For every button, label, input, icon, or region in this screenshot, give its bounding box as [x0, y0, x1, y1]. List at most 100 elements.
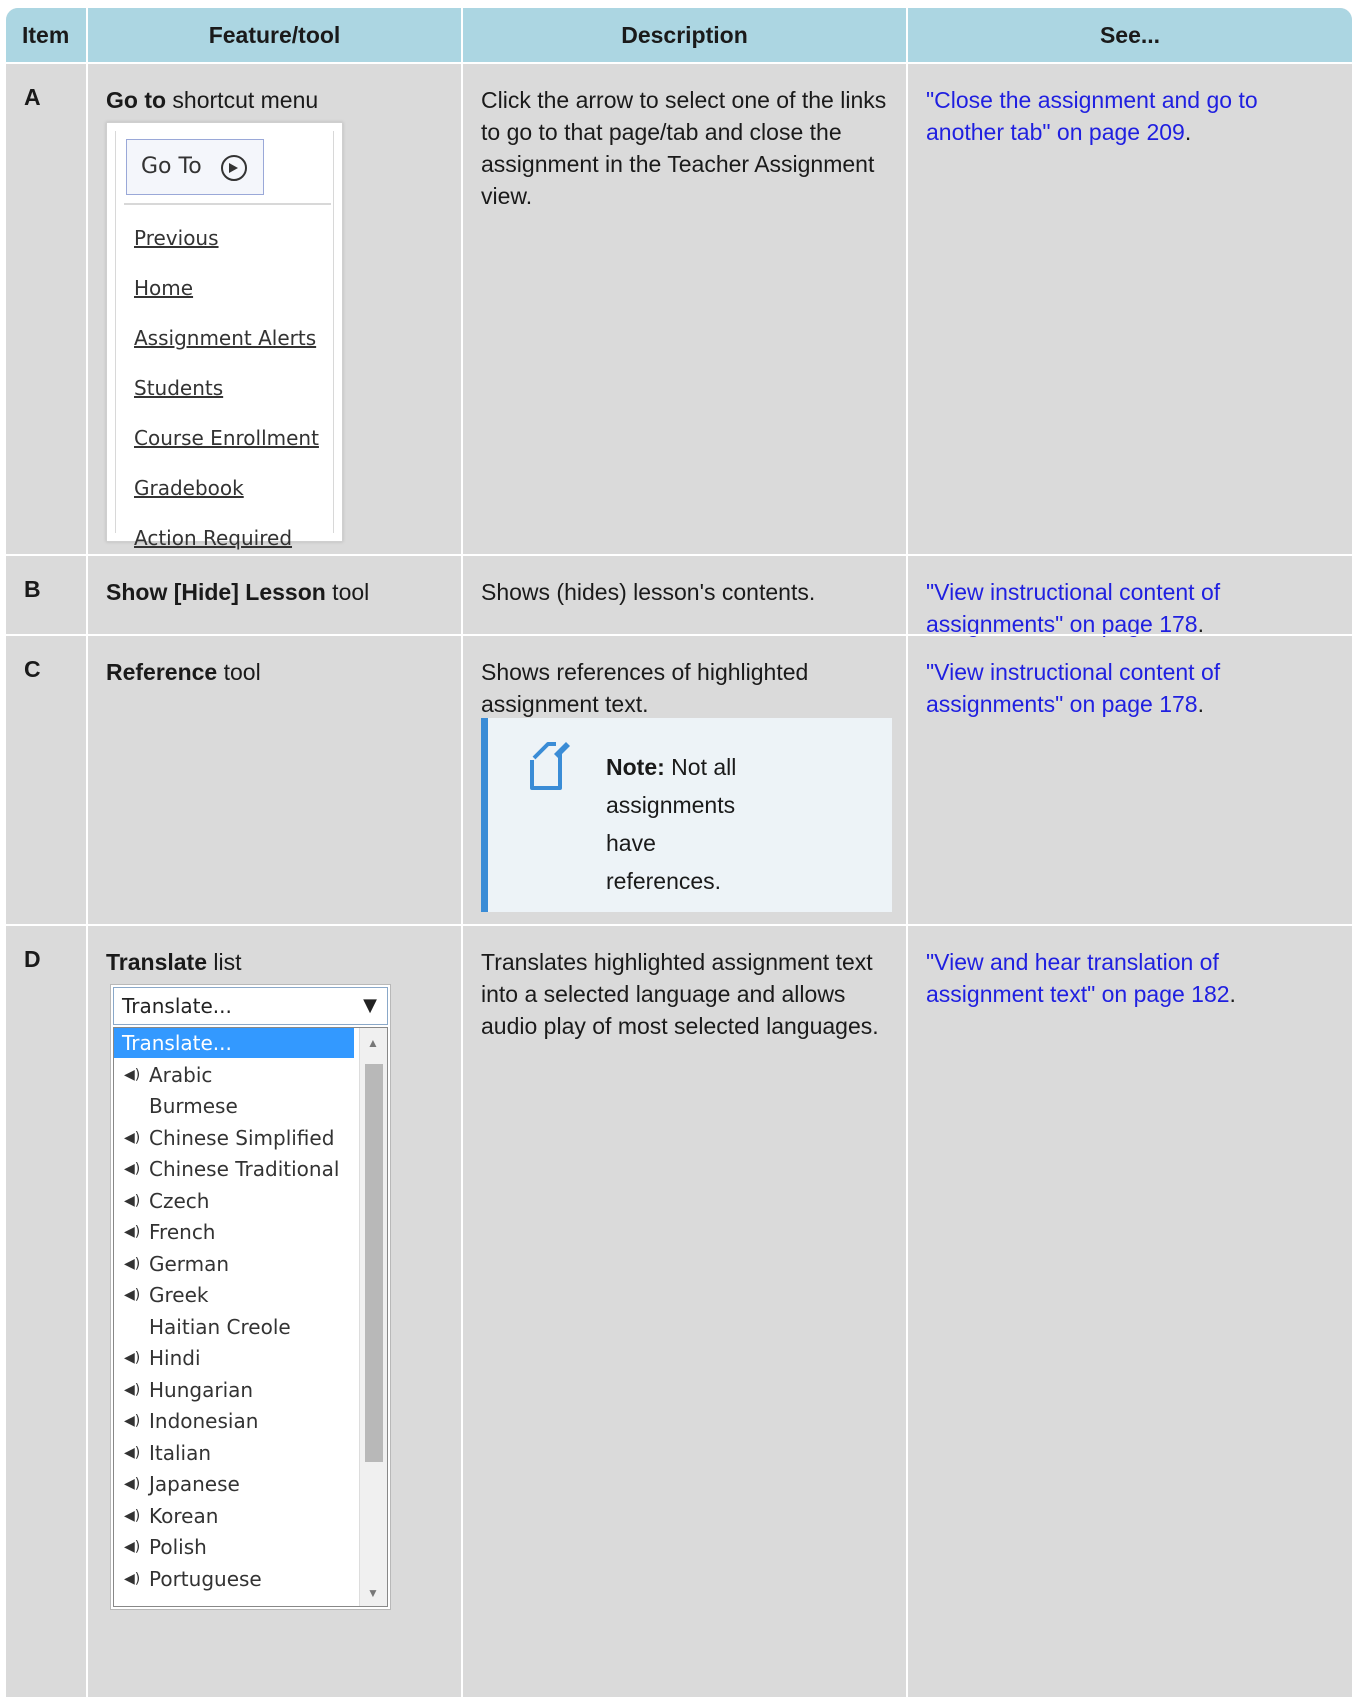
translate-option-label: Arabic — [149, 1062, 213, 1087]
caret-down-icon: ▼ — [363, 995, 377, 1016]
translate-option[interactable]: ◀) Greek — [114, 1280, 354, 1310]
translate-option[interactable]: Haitian Creole — [114, 1312, 354, 1342]
feature-name-rest: list — [207, 949, 242, 975]
goto-button[interactable]: Go To — [126, 139, 264, 195]
table-header-row: Item Feature/tool Description See... — [6, 8, 1352, 62]
description-cell: Translates highlighted assignment text i… — [481, 949, 879, 1039]
speaker-icon: ◀) — [124, 1413, 141, 1429]
translate-option[interactable]: ◀) French — [114, 1217, 354, 1247]
scroll-up-icon[interactable]: ▲ — [367, 1036, 379, 1050]
goto-link-home[interactable]: Home — [134, 263, 319, 313]
see-cell: "Close the assignment and go to another … — [908, 64, 1352, 554]
speaker-icon: ◀) — [124, 1350, 141, 1366]
feature-name-bold: Translate — [106, 949, 207, 975]
speaker-icon: ◀) — [124, 1539, 141, 1555]
speaker-icon: ◀) — [124, 1570, 141, 1587]
translate-option[interactable]: Burmese — [114, 1091, 354, 1121]
header-item: Item — [22, 22, 70, 48]
item-letter: A — [24, 84, 41, 110]
speaker-icon: ◀) — [124, 1066, 141, 1083]
goto-link-gradebook[interactable]: Gradebook — [134, 463, 319, 513]
translate-options-list[interactable]: ▲ ▼ Translate... ◀) Arabic Burmese ◀) Chinese… — [113, 1027, 388, 1607]
speaker-icon: ◀) — [124, 1129, 141, 1146]
translate-select[interactable]: Translate... ▼ — [113, 987, 388, 1025]
column-divider — [86, 8, 88, 1697]
row-divider — [6, 62, 1352, 64]
arrow-circle-right-icon — [221, 155, 247, 181]
translate-option[interactable]: ◀) German — [114, 1249, 354, 1279]
scroll-down-icon[interactable]: ▼ — [367, 1586, 379, 1600]
speaker-icon: ◀) — [124, 1287, 141, 1303]
translate-option-label: Hindi — [149, 1346, 201, 1370]
feature-name: Translate list — [88, 926, 461, 978]
see-link[interactable]: "Close the assignment and go to another … — [926, 87, 1258, 145]
translate-widget: Translate... ▼ ▲ ▼ Translate... ◀) Arabic B… — [110, 984, 391, 1610]
speaker-icon: ◀) — [124, 1192, 141, 1209]
note-text: Note: Not all assignments have reference… — [606, 748, 756, 900]
column-divider — [461, 8, 463, 1697]
note-callout: Note: Not all assignments have reference… — [481, 718, 892, 912]
see-cell: "View and hear translation of assignment… — [908, 926, 1352, 1697]
goto-links-list: Previous Home Assignment Alerts Students… — [134, 213, 319, 563]
description-text: Shows references of highlighted assignme… — [481, 659, 809, 717]
translate-option[interactable]: Translate... — [114, 1028, 354, 1058]
header-description: Description — [621, 22, 748, 48]
speaker-icon: ◀) — [124, 1381, 141, 1398]
translate-option[interactable]: ◀) Japanese — [114, 1469, 354, 1499]
see-suffix: . — [1229, 981, 1236, 1007]
translate-option[interactable]: ◀) Chinese Traditional — [114, 1154, 354, 1184]
translate-option-label: Haitian Creole — [149, 1314, 291, 1339]
translate-option[interactable]: ◀) Hindi — [114, 1343, 354, 1373]
table-row: D Translate list Translate... ▼ ▲ ▼ Tran… — [6, 926, 1352, 1697]
description-cell: Shows references of highlighted assignme… — [463, 636, 906, 924]
table-row: C Reference tool Shows references of hig… — [6, 636, 1352, 924]
see-cell: "View instructional content of assignmen… — [908, 636, 1352, 924]
description-cell: Click the arrow to select one of the lin… — [481, 87, 887, 209]
feature-cell: Go to shortcut menu Go To Previous Home … — [88, 64, 461, 554]
translate-select-value: Translate... — [122, 994, 232, 1018]
translate-option[interactable]: ◀) Arabic — [114, 1060, 354, 1090]
feature-name-rest: shortcut menu — [166, 87, 319, 113]
translate-option[interactable]: ◀) Czech — [114, 1186, 354, 1216]
translate-option[interactable]: ◀) Polish — [114, 1532, 354, 1562]
translate-option-label: Hungarian — [149, 1377, 254, 1402]
see-link[interactable]: "View and hear translation of assignment… — [926, 949, 1230, 1007]
goto-link-students[interactable]: Students — [134, 363, 319, 413]
translate-option[interactable]: ◀) Portuguese — [114, 1564, 354, 1594]
translate-option-label: Polish — [149, 1535, 207, 1559]
table-row: B Show [Hide] Lesson tool Shows (hides) … — [6, 556, 1352, 637]
translate-option[interactable]: ◀) Italian — [114, 1438, 354, 1468]
see-link[interactable]: "View instructional content of assignmen… — [926, 659, 1220, 717]
row-divider — [6, 634, 1352, 636]
speaker-icon: ◀) — [124, 1444, 141, 1461]
goto-menu-widget: Go To Previous Home Assignment Alerts St… — [106, 122, 343, 550]
item-letter: B — [24, 576, 41, 602]
header-feature: Feature/tool — [208, 22, 341, 48]
row-divider — [6, 924, 1352, 926]
goto-link-assignment-alerts[interactable]: Assignment Alerts — [134, 313, 319, 363]
goto-link-previous[interactable]: Previous — [134, 213, 319, 263]
item-letter: D — [24, 946, 41, 972]
goto-link-course-enrollment[interactable]: Course Enrollment — [134, 413, 319, 463]
translate-option[interactable]: ◀) Indonesian — [114, 1406, 354, 1436]
scroll-thumb[interactable] — [365, 1064, 383, 1462]
feature-cell: Translate list Translate... ▼ ▲ ▼ Transl… — [88, 926, 461, 1697]
item-letter: C — [24, 656, 41, 682]
table-row: A Go to shortcut menu Go To Previous Hom… — [6, 64, 1352, 554]
translate-scrollbar[interactable]: ▲ ▼ — [359, 1028, 387, 1606]
translate-option[interactable]: ◀) Hungarian — [114, 1375, 354, 1405]
translate-option[interactable]: ◀) Chinese Simplified — [114, 1123, 354, 1153]
column-divider — [906, 8, 908, 1697]
feature-name: Go to shortcut menu — [88, 64, 461, 116]
see-link[interactable]: "View instructional content of assignmen… — [926, 579, 1220, 637]
translate-option-label: German — [149, 1251, 230, 1276]
description-cell: Shows (hides) lesson's contents. — [481, 579, 816, 605]
feature-name: Reference tool — [88, 636, 461, 924]
translate-option-label: Portuguese — [149, 1566, 262, 1591]
translate-option-label: Italian — [149, 1440, 212, 1465]
note-pencil-icon — [530, 742, 570, 790]
translate-option-label: Indonesian — [149, 1409, 259, 1433]
translate-option[interactable]: ◀) Korean — [114, 1501, 354, 1531]
translate-option-label: Burmese — [149, 1094, 238, 1118]
see-cell: "View instructional content of assignmen… — [908, 556, 1352, 637]
